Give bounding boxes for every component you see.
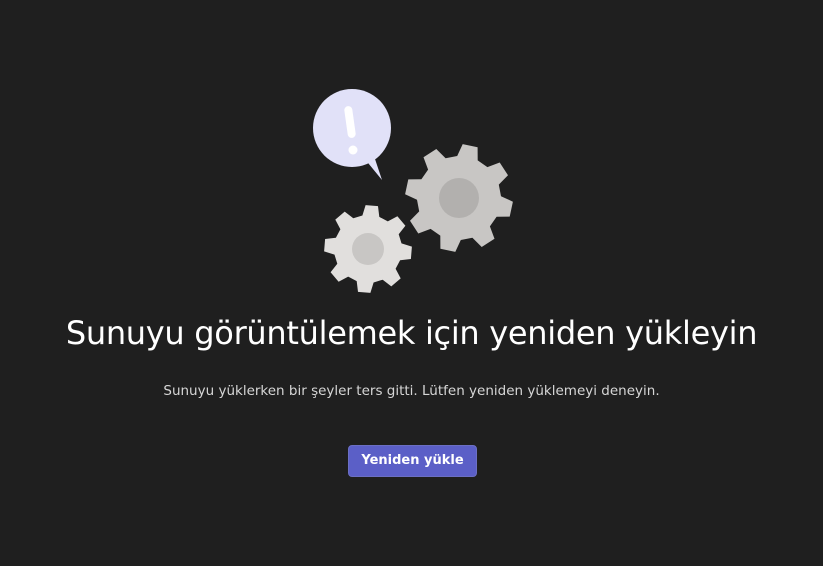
page-title: Sunuyu görüntülemek için yeniden yükleyi… — [65, 314, 758, 352]
gear-hub — [439, 178, 479, 218]
error-illustration — [300, 88, 530, 300]
gear-icon — [405, 144, 513, 252]
exclamation-bubble-icon — [313, 89, 391, 180]
gear-icon — [324, 205, 412, 293]
illustration-svg — [313, 89, 513, 293]
gear-hub — [352, 233, 384, 265]
error-message: Sunuyu yüklerken bir şeyler ters gitti. … — [163, 383, 660, 399]
reload-button[interactable]: Yeniden yükle — [348, 445, 477, 477]
error-page: Sunuyu görüntülemek için yeniden yükleyi… — [0, 0, 823, 566]
